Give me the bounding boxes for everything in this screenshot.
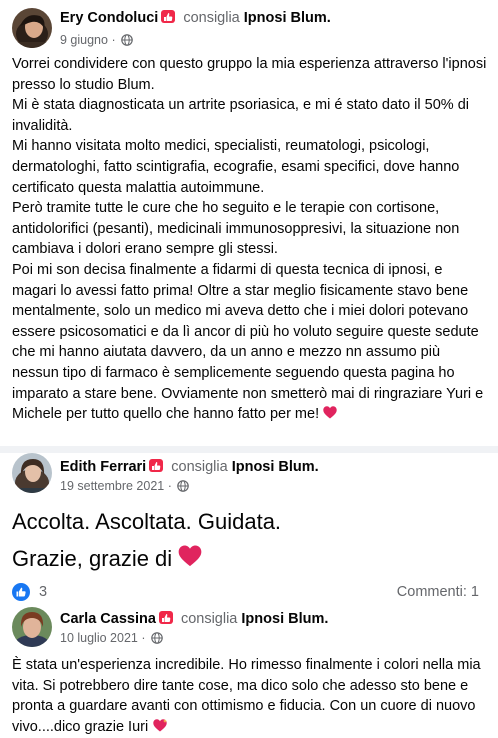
post-meta: 19 settembre 2021 ·	[60, 479, 190, 495]
meta-separator: ·	[111, 33, 116, 47]
author-name[interactable]: Edith Ferrari	[60, 459, 146, 475]
review-post-3: Carla Cassina consiglia Ipnosi Blum. 10 …	[0, 605, 498, 735]
paragraph: Mi è stata diagnosticata un artrite psor…	[12, 97, 469, 134]
review-post-1: Ery Condoluci consiglia Ipnosi Blum. 9 g…	[0, 0, 498, 455]
recommend-label: consiglia	[171, 459, 228, 475]
recommend-badge-icon	[158, 611, 173, 624]
comments-count[interactable]: Commenti: 1	[397, 584, 479, 600]
paragraph-text: È stata un'esperienza incredibile. Ho ri…	[12, 657, 481, 735]
paragraph: Vorrei condividere con questo gruppo la …	[12, 56, 487, 93]
paragraph: Però tramite tutte le cure che ho seguit…	[12, 200, 460, 258]
reactions-count[interactable]: 3	[39, 584, 47, 600]
paragraph: Mi hanno visitata molto medici, speciali…	[12, 138, 460, 196]
meta-separator: ·	[167, 479, 172, 493]
author-name[interactable]: Carla Cassina	[60, 611, 156, 627]
post-divider	[0, 446, 498, 453]
avatar[interactable]	[12, 607, 52, 647]
post-date[interactable]: 9 giugno	[60, 33, 108, 47]
paragraph-text: Poi mi son decisa finalmente a fidarmi d…	[12, 261, 484, 423]
globe-icon	[177, 480, 190, 495]
paragraph: Poi mi son decisa finalmente a fidarmi d…	[12, 260, 490, 426]
review-post-2: Edith Ferrari consiglia Ipnosi Blum. 19 …	[0, 453, 498, 599]
page-name[interactable]: Ipnosi Blum.	[241, 611, 328, 627]
globe-icon	[121, 34, 133, 49]
page-name[interactable]: Ipnosi Blum.	[232, 459, 319, 475]
recommend-badge-icon	[149, 459, 164, 472]
page-name[interactable]: Ipnosi Blum.	[244, 10, 331, 26]
post-header: Edith Ferrari consiglia Ipnosi Blum.	[60, 458, 319, 475]
post-body: È stata un'esperienza incredibile. Ho ri…	[12, 655, 482, 738]
avatar[interactable]	[12, 8, 52, 48]
post-date[interactable]: 19 settembre 2021	[60, 479, 164, 493]
paragraph: È stata un'esperienza incredibile. Ho ri…	[12, 655, 482, 738]
recommend-label: consiglia	[183, 10, 240, 26]
avatar[interactable]	[12, 453, 52, 493]
heart-emoji-icon	[178, 545, 202, 573]
heart-emoji-icon	[323, 405, 337, 426]
post-header: Carla Cassina consiglia Ipnosi Blum.	[60, 610, 328, 627]
post-meta: 9 giugno ·	[60, 33, 133, 49]
post-date[interactable]: 10 luglio 2021	[60, 631, 138, 645]
meta-separator: ·	[141, 631, 146, 645]
globe-icon	[151, 632, 163, 647]
post-text-line-1: Accolta. Ascoltata. Guidata.	[12, 509, 282, 534]
post-body: Vorrei condividere con questo gruppo la …	[12, 54, 490, 426]
post-meta: 10 luglio 2021 ·	[60, 631, 163, 647]
recommend-badge-icon	[161, 10, 176, 23]
post-header: Ery Condoluci consiglia Ipnosi Blum.	[60, 9, 331, 26]
post-text-line-2: Grazie, grazie di	[12, 545, 202, 573]
post-text: Grazie, grazie di	[12, 546, 173, 571]
author-name[interactable]: Ery Condoluci	[60, 10, 158, 26]
recommend-label: consiglia	[180, 611, 238, 627]
reactions-row: 3 Commenti: 1	[12, 583, 486, 603]
like-icon[interactable]	[12, 583, 30, 606]
